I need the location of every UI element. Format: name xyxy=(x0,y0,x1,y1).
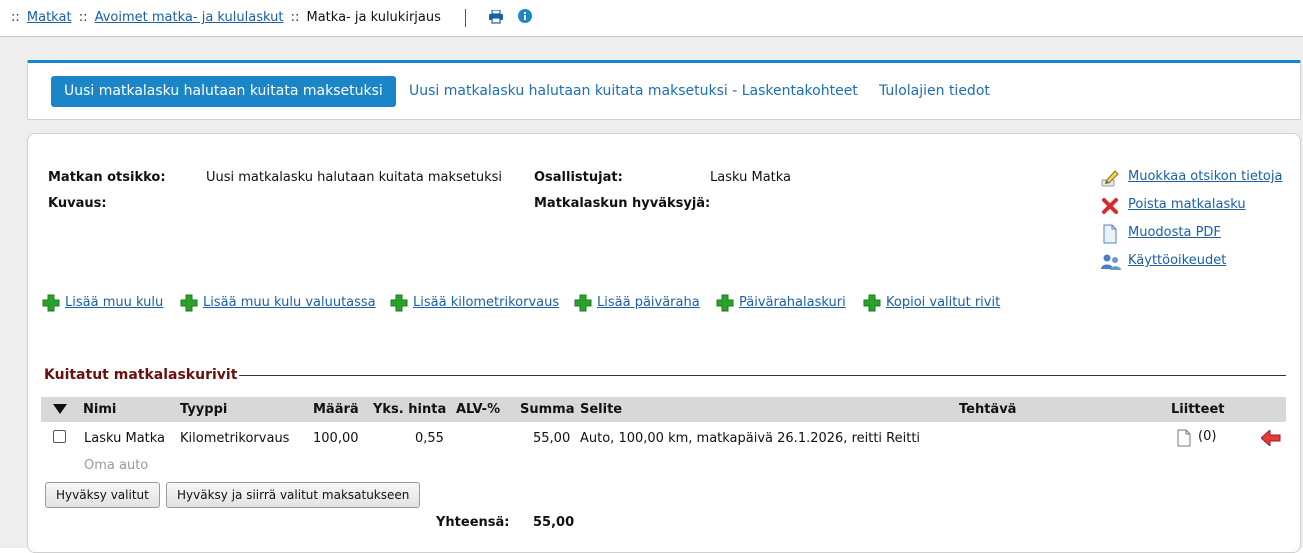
trip-title-value: Uusi matkalasku halutaan kuitata maksetu… xyxy=(206,170,502,185)
row-type: Kilometrikorvaus xyxy=(180,431,290,446)
column-header-type[interactable]: Tyyppi xyxy=(180,402,227,417)
add-mileage-link[interactable]: Lisää kilometrikorvaus xyxy=(413,295,559,310)
delete-invoice-link[interactable]: Poista matkalasku xyxy=(1128,197,1246,212)
add-daily-allowance-link[interactable]: Lisää päiväraha xyxy=(597,295,700,310)
row-description: Auto, 100,00 km, matkapäivä 26.1.2026, r… xyxy=(580,431,921,446)
table-header: Nimi Tyyppi Määrä Yks. hinta ALV-% Summa… xyxy=(41,397,1286,422)
participants-label: Osallistujat: xyxy=(534,170,623,185)
participants-value: Lasku Matka xyxy=(710,170,792,185)
copy-selected-rows-link[interactable]: Kopioi valitut rivit xyxy=(886,295,1000,310)
column-header-quantity[interactable]: Määrä xyxy=(313,402,359,417)
create-pdf-link[interactable]: Muodosta PDF xyxy=(1128,225,1221,240)
tab-cost-centers[interactable]: Uusi matkalasku halutaan kuitata maksetu… xyxy=(409,76,858,107)
row-name: Lasku Matka xyxy=(84,431,166,446)
plus-icon xyxy=(42,294,60,312)
column-header-description[interactable]: Selite xyxy=(580,402,622,417)
tab-invoice[interactable]: Uusi matkalasku halutaan kuitata maksetu… xyxy=(51,76,396,107)
total-label: Yhteensä: xyxy=(436,515,510,530)
divider xyxy=(465,9,466,27)
approve-and-move-button[interactable]: Hyväksy ja siirrä valitut maksatukseen xyxy=(166,482,421,508)
breadcrumb-separator: :: xyxy=(290,10,300,25)
row-unit-price: 0,55 xyxy=(415,431,444,446)
row-sum: 55,00 xyxy=(533,431,571,446)
description-label: Kuvaus: xyxy=(48,196,107,211)
total-value: 55,00 xyxy=(533,515,575,530)
delete-icon xyxy=(1102,198,1118,214)
plus-icon xyxy=(180,294,198,312)
allowance-calculator-link[interactable]: Päivärahalaskuri xyxy=(739,295,846,310)
breadcrumb-current: Matka- ja kulukirjaus xyxy=(306,10,441,25)
column-header-vat[interactable]: ALV-% xyxy=(456,402,500,417)
approve-selected-button[interactable]: Hyväksy valitut xyxy=(45,482,160,508)
column-header-unit-price[interactable]: Yks. hinta xyxy=(373,402,446,417)
add-actions-row: Lisää muu kulu Lisää muu kulu valuutassa… xyxy=(42,294,1042,314)
column-header-task[interactable]: Tehtävä xyxy=(959,402,1016,417)
tab-bar: Uusi matkalasku halutaan kuitata maksetu… xyxy=(27,60,1301,120)
edit-header-link[interactable]: Muokkaa otsikon tietoja xyxy=(1128,169,1282,184)
add-other-cost-currency-link[interactable]: Lisää muu kulu valuutassa xyxy=(203,295,376,310)
column-header-attachments[interactable]: Liitteet xyxy=(1171,402,1224,417)
column-header-sum[interactable]: Summa xyxy=(520,402,574,417)
pencil-icon xyxy=(1101,170,1119,187)
top-bar: :: Matkat :: Avoimet matka- ja kululasku… xyxy=(0,0,1303,37)
info-icon[interactable] xyxy=(518,9,532,23)
breadcrumb: :: Matkat :: Avoimet matka- ja kululasku… xyxy=(8,10,441,25)
plus-icon xyxy=(863,294,881,312)
row-attachments-count[interactable]: (0) xyxy=(1198,429,1216,444)
row-checkbox[interactable] xyxy=(53,430,66,443)
document-icon xyxy=(1103,224,1117,244)
arrow-left-icon[interactable] xyxy=(1261,430,1281,446)
trip-title-label: Matkan otsikko: xyxy=(48,170,166,185)
breadcrumb-separator: :: xyxy=(78,10,88,25)
plus-icon xyxy=(574,294,592,312)
users-icon xyxy=(1101,254,1121,270)
plus-icon xyxy=(390,294,408,312)
breadcrumb-separator: :: xyxy=(11,10,20,25)
add-other-cost-link[interactable]: Lisää muu kulu xyxy=(65,295,163,310)
sort-down-icon[interactable] xyxy=(53,404,67,414)
approver-label: Matkalaskun hyväksyjä: xyxy=(534,196,711,211)
tab-income-types[interactable]: Tulolajien tiedot xyxy=(879,76,990,107)
breadcrumb-link-open-invoices[interactable]: Avoimet matka- ja kululaskut xyxy=(95,10,284,25)
row-subtitle: Oma auto xyxy=(84,458,149,473)
column-header-name[interactable]: Nimi xyxy=(83,402,116,417)
breadcrumb-link-matkat[interactable]: Matkat xyxy=(27,10,72,25)
printer-icon[interactable] xyxy=(488,10,504,24)
attachment-file-icon[interactable] xyxy=(1177,429,1191,447)
permissions-link[interactable]: Käyttöoikeudet xyxy=(1128,253,1226,268)
row-quantity: 100,00 xyxy=(313,431,359,446)
plus-icon xyxy=(716,294,734,312)
section-title: Kuitatut matkalaskurivit xyxy=(42,367,240,383)
